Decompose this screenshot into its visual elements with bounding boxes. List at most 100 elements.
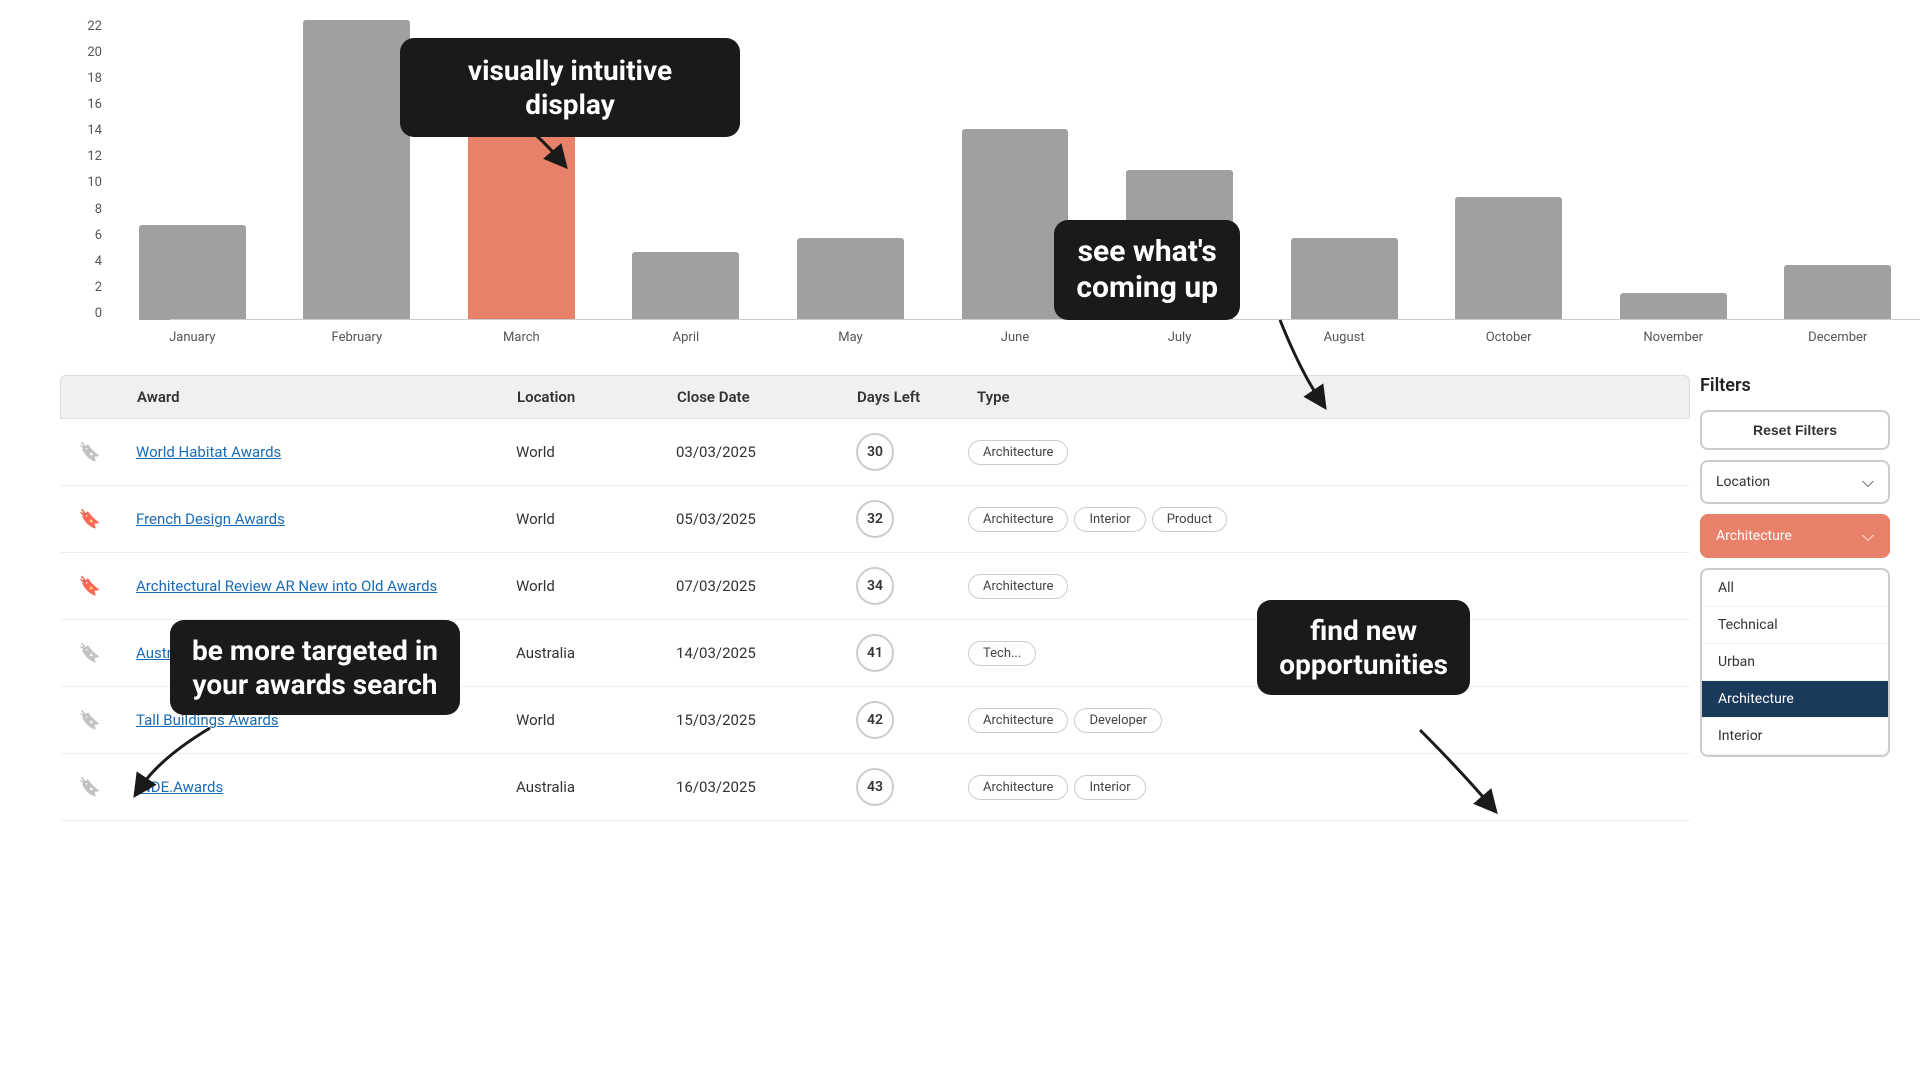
callout-targeted: be more targeted inyour awards search xyxy=(170,620,460,715)
close-date-cell: 07/03/2025 xyxy=(660,577,840,595)
location-cell: World xyxy=(500,711,660,729)
x-label-december: December xyxy=(1755,322,1920,360)
days-left-cell: 30 xyxy=(840,433,960,471)
location-cell: Australia xyxy=(500,644,660,662)
y-label-14: 14 xyxy=(87,124,102,137)
th-close-date: Close Date xyxy=(661,388,841,406)
y-label-6: 6 xyxy=(95,229,102,242)
y-label-18: 18 xyxy=(87,72,102,85)
types-cell: Architecture xyxy=(960,440,1690,465)
award-link[interactable]: Architectural Review AR New into Old Awa… xyxy=(120,577,500,595)
chart-y-axis: 22 20 18 16 14 12 10 8 6 4 2 0 xyxy=(60,20,110,320)
bookmark-icon: 🔖 xyxy=(79,643,101,664)
chevron-down-icon-2: ⌵ xyxy=(1862,526,1874,546)
type-tag: Architecture xyxy=(968,507,1068,532)
days-left-cell: 32 xyxy=(840,500,960,538)
y-label-12: 12 xyxy=(87,150,102,163)
x-label-april: April xyxy=(604,322,769,360)
x-label-february: February xyxy=(275,322,440,360)
bookmark-cell[interactable]: 🔖 xyxy=(60,576,120,597)
x-label-november: November xyxy=(1591,322,1756,360)
y-label-2: 2 xyxy=(95,281,102,294)
x-label-january: January xyxy=(110,322,275,360)
table-row: 🔖 World Habitat AwardsWorld03/03/2025 30 Ar… xyxy=(60,419,1690,486)
table-row: 🔖French Design AwardsWorld05/03/202532Ar… xyxy=(60,486,1690,553)
chart-bar-may xyxy=(768,20,933,320)
bookmark-icon: 🔖 xyxy=(79,509,101,530)
days-badge: 34 xyxy=(856,567,894,605)
location-cell: World xyxy=(500,443,660,461)
filter-option-all[interactable]: All xyxy=(1702,570,1888,607)
types-cell: ArchitectureDeveloper xyxy=(960,708,1690,733)
th-bookmark xyxy=(61,388,121,406)
days-left-cell: 34 xyxy=(840,567,960,605)
days-left-cell: 41 xyxy=(840,634,960,672)
bookmark-cell[interactable]: 🔖 xyxy=(60,442,120,463)
y-label-0: 0 xyxy=(95,307,102,320)
y-label-22: 22 xyxy=(87,20,102,33)
type-tag: Interior xyxy=(1074,507,1145,532)
bookmark-icon: 🔖 xyxy=(79,710,101,731)
bar-august xyxy=(1291,238,1398,320)
type-tag: Developer xyxy=(1074,708,1162,733)
chevron-down-icon: ⌵ xyxy=(1862,472,1874,492)
x-label-march: March xyxy=(439,322,604,360)
bookmark-cell[interactable]: 🔖 xyxy=(60,777,120,798)
table-header: Award Location Close Date Days Left Type xyxy=(60,375,1690,419)
bookmark-icon: 🔖 xyxy=(79,442,101,463)
chart-bar-august xyxy=(1262,20,1427,320)
location-label: Location xyxy=(1716,474,1770,490)
chart-bar-december xyxy=(1755,20,1920,320)
bar-november xyxy=(1620,293,1727,320)
y-label-20: 20 xyxy=(87,46,102,59)
type-tag: Architecture xyxy=(968,708,1068,733)
days-badge: 42 xyxy=(856,701,894,739)
close-date-cell: 03/03/2025 xyxy=(660,443,840,461)
filters-title: Filters xyxy=(1700,375,1890,396)
days-badge: 41 xyxy=(856,634,894,672)
chart-container: 22 20 18 16 14 12 10 8 6 4 2 0 JanuaryFe… xyxy=(60,0,1920,360)
bar-december xyxy=(1784,265,1891,320)
type-tag: Architecture xyxy=(968,775,1068,800)
bookmark-cell[interactable]: 🔖 xyxy=(60,710,120,731)
chart-bar-october xyxy=(1426,20,1591,320)
th-award: Award xyxy=(121,388,501,406)
filter-options-list: AllTechnicalUrbanArchitectureInterior xyxy=(1700,568,1890,757)
bar-october xyxy=(1455,197,1562,320)
filter-option-interior[interactable]: Interior xyxy=(1702,718,1888,755)
y-label-4: 4 xyxy=(95,255,102,268)
x-label-june: June xyxy=(933,322,1098,360)
types-cell: ArchitectureInteriorProduct xyxy=(960,507,1690,532)
filter-option-architecture[interactable]: Architecture xyxy=(1702,681,1888,718)
types-cell: ArchitectureInterior xyxy=(960,775,1690,800)
x-label-october: October xyxy=(1426,322,1591,360)
location-filter-dropdown[interactable]: Location ⌵ xyxy=(1700,460,1890,504)
bookmark-cell[interactable]: 🔖 xyxy=(60,643,120,664)
close-date-cell: 15/03/2025 xyxy=(660,711,840,729)
bookmark-icon: 🔖 xyxy=(79,576,101,597)
bookmark-cell[interactable]: 🔖 xyxy=(60,509,120,530)
reset-filters-button[interactable]: Reset Filters xyxy=(1700,410,1890,450)
close-date-cell: 05/03/2025 xyxy=(660,510,840,528)
filters-panel: Filters Reset Filters Location ⌵ Archite… xyxy=(1700,375,1890,757)
award-link[interactable]: French Design Awards xyxy=(120,510,500,528)
architecture-label: Architecture xyxy=(1716,528,1792,544)
days-badge: 32 xyxy=(856,500,894,538)
type-tag: Tech... xyxy=(968,641,1036,666)
filter-option-technical[interactable]: Technical xyxy=(1702,607,1888,644)
arrow-coming-up xyxy=(1220,310,1340,410)
y-label-10: 10 xyxy=(87,176,102,189)
filter-option-urban[interactable]: Urban xyxy=(1702,644,1888,681)
bar-april xyxy=(632,252,739,320)
arrow-opportunities xyxy=(1380,720,1500,820)
type-tag: Architecture xyxy=(968,440,1068,465)
callout-opportunities: find newopportunities xyxy=(1257,600,1470,695)
days-badge: 30 xyxy=(856,433,894,471)
award-link[interactable]: World Habitat Awards xyxy=(120,443,500,461)
y-label-16: 16 xyxy=(87,98,102,111)
chart-bar-november xyxy=(1591,20,1756,320)
architecture-filter-dropdown[interactable]: Architecture ⌵ xyxy=(1700,514,1890,558)
arrow-display xyxy=(420,80,580,180)
bar-may xyxy=(797,238,904,320)
x-label-may: May xyxy=(768,322,933,360)
